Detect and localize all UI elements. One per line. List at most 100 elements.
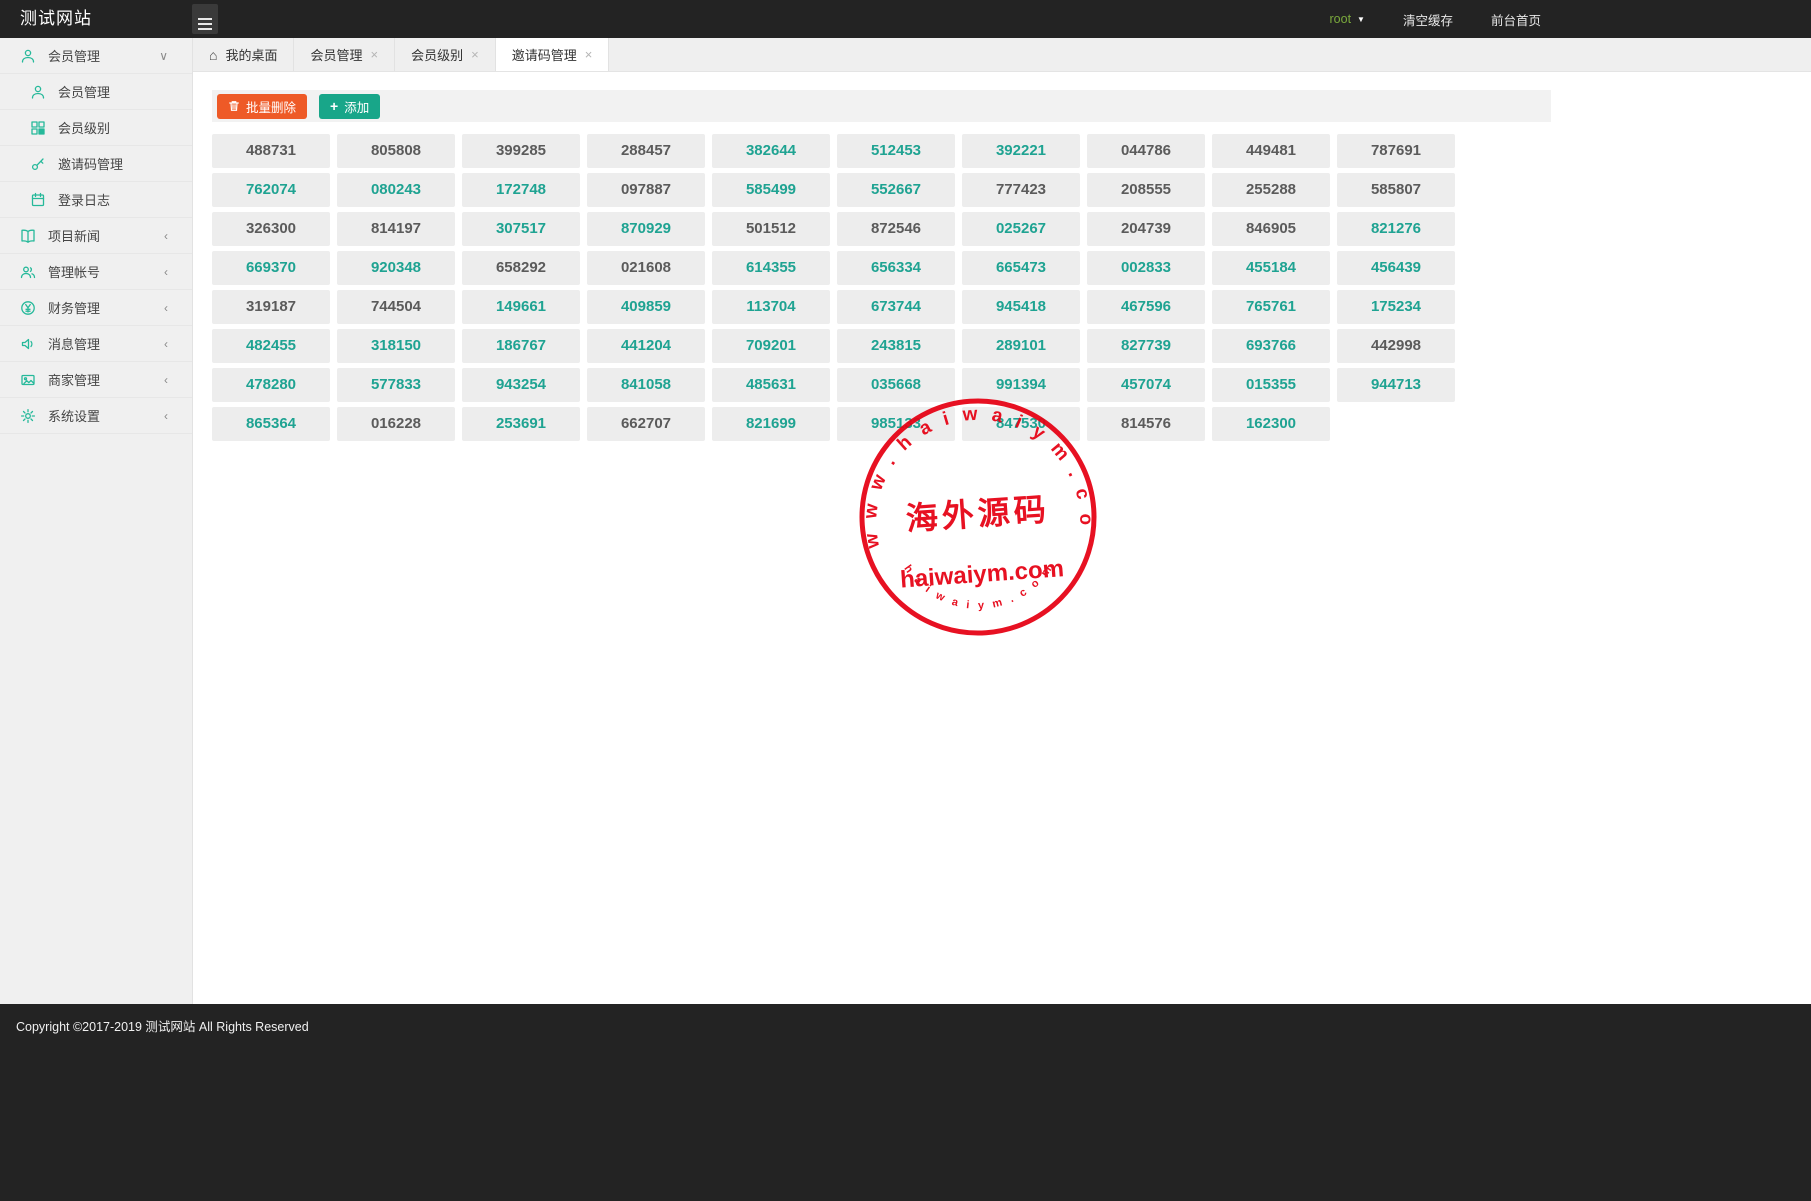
invite-code-cell[interactable]: 307517 xyxy=(462,212,580,246)
invite-code-cell[interactable]: 025267 xyxy=(962,212,1080,246)
invite-code-cell[interactable]: 467596 xyxy=(1087,290,1205,324)
invite-code-cell[interactable]: 821276 xyxy=(1337,212,1455,246)
invite-code-cell[interactable]: 673744 xyxy=(837,290,955,324)
invite-code-cell[interactable]: 662707 xyxy=(587,407,705,441)
sidebar-subitem-member-levels[interactable]: 会员级别 xyxy=(0,110,192,146)
sidebar-item-settings[interactable]: 系统设置 ‹ xyxy=(0,398,192,434)
invite-code-cell[interactable]: 204739 xyxy=(1087,212,1205,246)
invite-code-cell[interactable]: 175234 xyxy=(1337,290,1455,324)
invite-code-cell[interactable]: 113704 xyxy=(712,290,830,324)
invite-code-cell[interactable]: 501512 xyxy=(712,212,830,246)
sidebar-item-admin-accounts[interactable]: 管理帐号 ‹ xyxy=(0,254,192,290)
invite-code-cell[interactable]: 441204 xyxy=(587,329,705,363)
tab-my-desktop[interactable]: ⌂ 我的桌面 xyxy=(193,38,294,71)
invite-code-cell[interactable]: 382644 xyxy=(712,134,830,168)
invite-code-cell[interactable]: 827739 xyxy=(1087,329,1205,363)
invite-code-cell[interactable]: 319187 xyxy=(212,290,330,324)
invite-code-cell[interactable]: 709201 xyxy=(712,329,830,363)
invite-code-cell[interactable]: 585499 xyxy=(712,173,830,207)
sidebar-subitem-invite-codes[interactable]: 邀请码管理 xyxy=(0,146,192,182)
invite-code-cell[interactable]: 814576 xyxy=(1087,407,1205,441)
invite-code-cell[interactable]: 318150 xyxy=(337,329,455,363)
invite-code-cell[interactable]: 442998 xyxy=(1337,329,1455,363)
invite-code-cell[interactable]: 658292 xyxy=(462,251,580,285)
invite-code-cell[interactable]: 512453 xyxy=(837,134,955,168)
invite-code-cell[interactable]: 243815 xyxy=(837,329,955,363)
invite-code-cell[interactable]: 253691 xyxy=(462,407,580,441)
invite-code-cell[interactable]: 208555 xyxy=(1087,173,1205,207)
batch-delete-button[interactable]: 批量删除 xyxy=(217,94,307,119)
invite-code-cell[interactable]: 693766 xyxy=(1212,329,1330,363)
invite-code-cell[interactable]: 841058 xyxy=(587,368,705,402)
invite-code-cell[interactable]: 016228 xyxy=(337,407,455,441)
invite-code-cell[interactable]: 186767 xyxy=(462,329,580,363)
invite-code-cell[interactable]: 478280 xyxy=(212,368,330,402)
invite-code-cell[interactable]: 289101 xyxy=(962,329,1080,363)
invite-code-cell[interactable]: 665473 xyxy=(962,251,1080,285)
clear-cache-link[interactable]: 清空缓存 xyxy=(1403,10,1453,29)
invite-code-cell[interactable]: 846905 xyxy=(1212,212,1330,246)
invite-code-cell[interactable]: 865364 xyxy=(212,407,330,441)
invite-code-cell[interactable]: 787691 xyxy=(1337,134,1455,168)
invite-code-cell[interactable]: 656334 xyxy=(837,251,955,285)
invite-code-cell[interactable]: 870929 xyxy=(587,212,705,246)
tab-invite-codes[interactable]: 邀请码管理 × xyxy=(496,38,610,71)
tab-member-levels[interactable]: 会员级别 × xyxy=(395,38,496,71)
tab-member-management[interactable]: 会员管理 × xyxy=(294,38,395,71)
invite-code-cell[interactable]: 943254 xyxy=(462,368,580,402)
tab-close-icon[interactable]: × xyxy=(471,47,479,62)
front-home-link[interactable]: 前台首页 xyxy=(1491,10,1541,29)
invite-code-cell[interactable]: 777423 xyxy=(962,173,1080,207)
invite-code-cell[interactable]: 945418 xyxy=(962,290,1080,324)
invite-code-cell[interactable]: 162300 xyxy=(1212,407,1330,441)
invite-code-cell[interactable]: 456439 xyxy=(1337,251,1455,285)
sidebar-subitem-members[interactable]: 会员管理 xyxy=(0,74,192,110)
invite-code-cell[interactable]: 326300 xyxy=(212,212,330,246)
invite-code-cell[interactable]: 449481 xyxy=(1212,134,1330,168)
invite-code-cell[interactable]: 614355 xyxy=(712,251,830,285)
invite-code-cell[interactable]: 552667 xyxy=(837,173,955,207)
invite-code-cell[interactable]: 765761 xyxy=(1212,290,1330,324)
invite-code-cell[interactable]: 399285 xyxy=(462,134,580,168)
invite-code-cell[interactable]: 585807 xyxy=(1337,173,1455,207)
invite-code-cell[interactable]: 814197 xyxy=(337,212,455,246)
invite-code-cell[interactable]: 457074 xyxy=(1087,368,1205,402)
tab-close-icon[interactable]: × xyxy=(371,47,379,62)
invite-code-cell[interactable]: 577833 xyxy=(337,368,455,402)
invite-code-cell[interactable]: 482455 xyxy=(212,329,330,363)
invite-code-cell[interactable]: 097887 xyxy=(587,173,705,207)
invite-code-cell[interactable]: 455184 xyxy=(1212,251,1330,285)
sidebar-subitem-login-logs[interactable]: 登录日志 xyxy=(0,182,192,218)
sidebar-item-project-news[interactable]: 项目新闻 ‹ xyxy=(0,218,192,254)
invite-code-cell[interactable]: 669370 xyxy=(212,251,330,285)
user-menu[interactable]: root ▼ xyxy=(1330,12,1365,26)
invite-code-cell[interactable]: 149661 xyxy=(462,290,580,324)
invite-code-cell[interactable]: 872546 xyxy=(837,212,955,246)
invite-code-cell[interactable]: 021608 xyxy=(587,251,705,285)
invite-code-cell[interactable]: 488731 xyxy=(212,134,330,168)
invite-code-cell[interactable]: 015355 xyxy=(1212,368,1330,402)
sidebar-item-member-management[interactable]: 会员管理 ∨ xyxy=(0,38,192,74)
invite-code-cell[interactable]: 255288 xyxy=(1212,173,1330,207)
sidebar-item-messages[interactable]: 消息管理 ‹ xyxy=(0,326,192,362)
add-button[interactable]: + 添加 xyxy=(319,94,380,119)
invite-code-cell[interactable]: 991394 xyxy=(962,368,1080,402)
invite-code-cell[interactable]: 944713 xyxy=(1337,368,1455,402)
invite-code-cell[interactable]: 035668 xyxy=(837,368,955,402)
invite-code-cell[interactable]: 985133 xyxy=(837,407,955,441)
invite-code-cell[interactable]: 080243 xyxy=(337,173,455,207)
sidebar-item-merchants[interactable]: 商家管理 ‹ xyxy=(0,362,192,398)
invite-code-cell[interactable]: 920348 xyxy=(337,251,455,285)
invite-code-cell[interactable]: 847530 xyxy=(962,407,1080,441)
tab-close-icon[interactable]: × xyxy=(585,47,593,62)
invite-code-cell[interactable]: 805808 xyxy=(337,134,455,168)
invite-code-cell[interactable]: 172748 xyxy=(462,173,580,207)
invite-code-cell[interactable]: 409859 xyxy=(587,290,705,324)
sidebar-item-finance[interactable]: 财务管理 ‹ xyxy=(0,290,192,326)
sidebar-toggle-button[interactable] xyxy=(192,4,218,34)
invite-code-cell[interactable]: 821699 xyxy=(712,407,830,441)
invite-code-cell[interactable]: 288457 xyxy=(587,134,705,168)
invite-code-cell[interactable]: 744504 xyxy=(337,290,455,324)
invite-code-cell[interactable]: 002833 xyxy=(1087,251,1205,285)
invite-code-cell[interactable]: 392221 xyxy=(962,134,1080,168)
